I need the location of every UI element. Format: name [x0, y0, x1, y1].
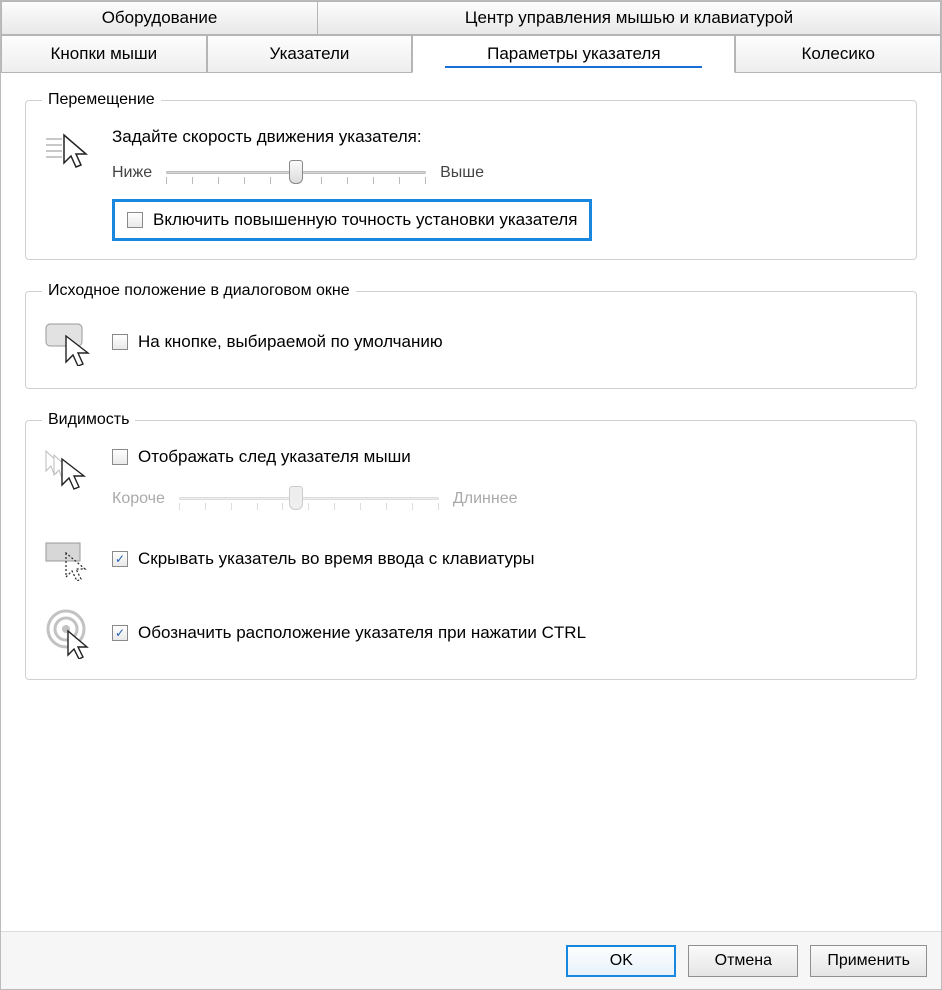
group-visibility-legend: Видимость: [42, 411, 135, 429]
pointer-speed-slider[interactable]: [166, 157, 426, 189]
cursor-speed-icon: [42, 123, 98, 179]
pointer-trails-icon: [42, 443, 98, 499]
ctrl-locate-checkbox[interactable]: ✓: [112, 625, 128, 641]
tab-pointer-options[interactable]: Параметры указателя: [412, 35, 735, 73]
snapto-icon: [42, 314, 98, 370]
group-snapto-legend: Исходное положение в диалоговом окне: [42, 282, 356, 300]
ctrl-locate-icon: [42, 605, 98, 661]
cancel-button[interactable]: Отмена: [688, 945, 798, 977]
top-tab-row: Оборудование Центр управления мышью и кл…: [1, 1, 941, 35]
dialog-footer: OK Отмена Применить: [1, 931, 941, 989]
second-tab-row: Кнопки мыши Указатели Параметры указател…: [1, 35, 941, 73]
hide-typing-checkbox[interactable]: ✓: [112, 551, 128, 567]
tab-mouse-keyboard-center[interactable]: Центр управления мышью и клавиатурой: [318, 1, 941, 35]
hide-typing-label: Скрывать указатель во время ввода с клав…: [138, 549, 535, 569]
pointer-options-panel: Перемещение Задайте скорость движен: [1, 73, 941, 680]
hide-typing-icon: [42, 531, 98, 587]
slider-low-label: Ниже: [112, 164, 152, 182]
snapto-checkbox[interactable]: [112, 334, 128, 350]
ctrl-locate-label: Обозначить расположение указателя при на…: [138, 623, 586, 643]
tab-hardware[interactable]: Оборудование: [1, 1, 318, 35]
tab-pointers[interactable]: Указатели: [207, 35, 413, 73]
group-snapto: Исходное положение в диалоговом окне На …: [25, 282, 917, 389]
group-motion-legend: Перемещение: [42, 91, 161, 109]
enhance-precision-label: Включить повышенную точность установки у…: [153, 210, 577, 230]
pointer-speed-slider-row: Ниже Выше: [112, 157, 900, 189]
enhance-precision-focus: Включить повышенную точность установки у…: [112, 199, 592, 241]
group-motion: Перемещение Задайте скорость движен: [25, 91, 917, 260]
trails-slider-row: Короче Длиннее: [112, 483, 900, 515]
ok-button[interactable]: OK: [566, 945, 676, 977]
tab-wheel[interactable]: Колесико: [735, 35, 941, 73]
pointer-trails-label: Отображать след указателя мыши: [138, 447, 411, 467]
trails-low-label: Короче: [112, 490, 165, 508]
pointer-trails-checkbox[interactable]: [112, 449, 128, 465]
snapto-label: На кнопке, выбираемой по умолчанию: [138, 332, 443, 352]
enhance-precision-checkbox[interactable]: [127, 212, 143, 228]
trails-high-label: Длиннее: [453, 490, 518, 508]
slider-high-label: Выше: [440, 164, 484, 182]
motion-heading: Задайте скорость движения указателя:: [112, 127, 900, 147]
tab-buttons[interactable]: Кнопки мыши: [1, 35, 207, 73]
group-visibility: Видимость Отображать след указателя мы: [25, 411, 917, 680]
trails-length-slider: [179, 483, 439, 515]
mouse-properties-dialog: Оборудование Центр управления мышью и кл…: [0, 0, 942, 990]
apply-button[interactable]: Применить: [810, 945, 927, 977]
